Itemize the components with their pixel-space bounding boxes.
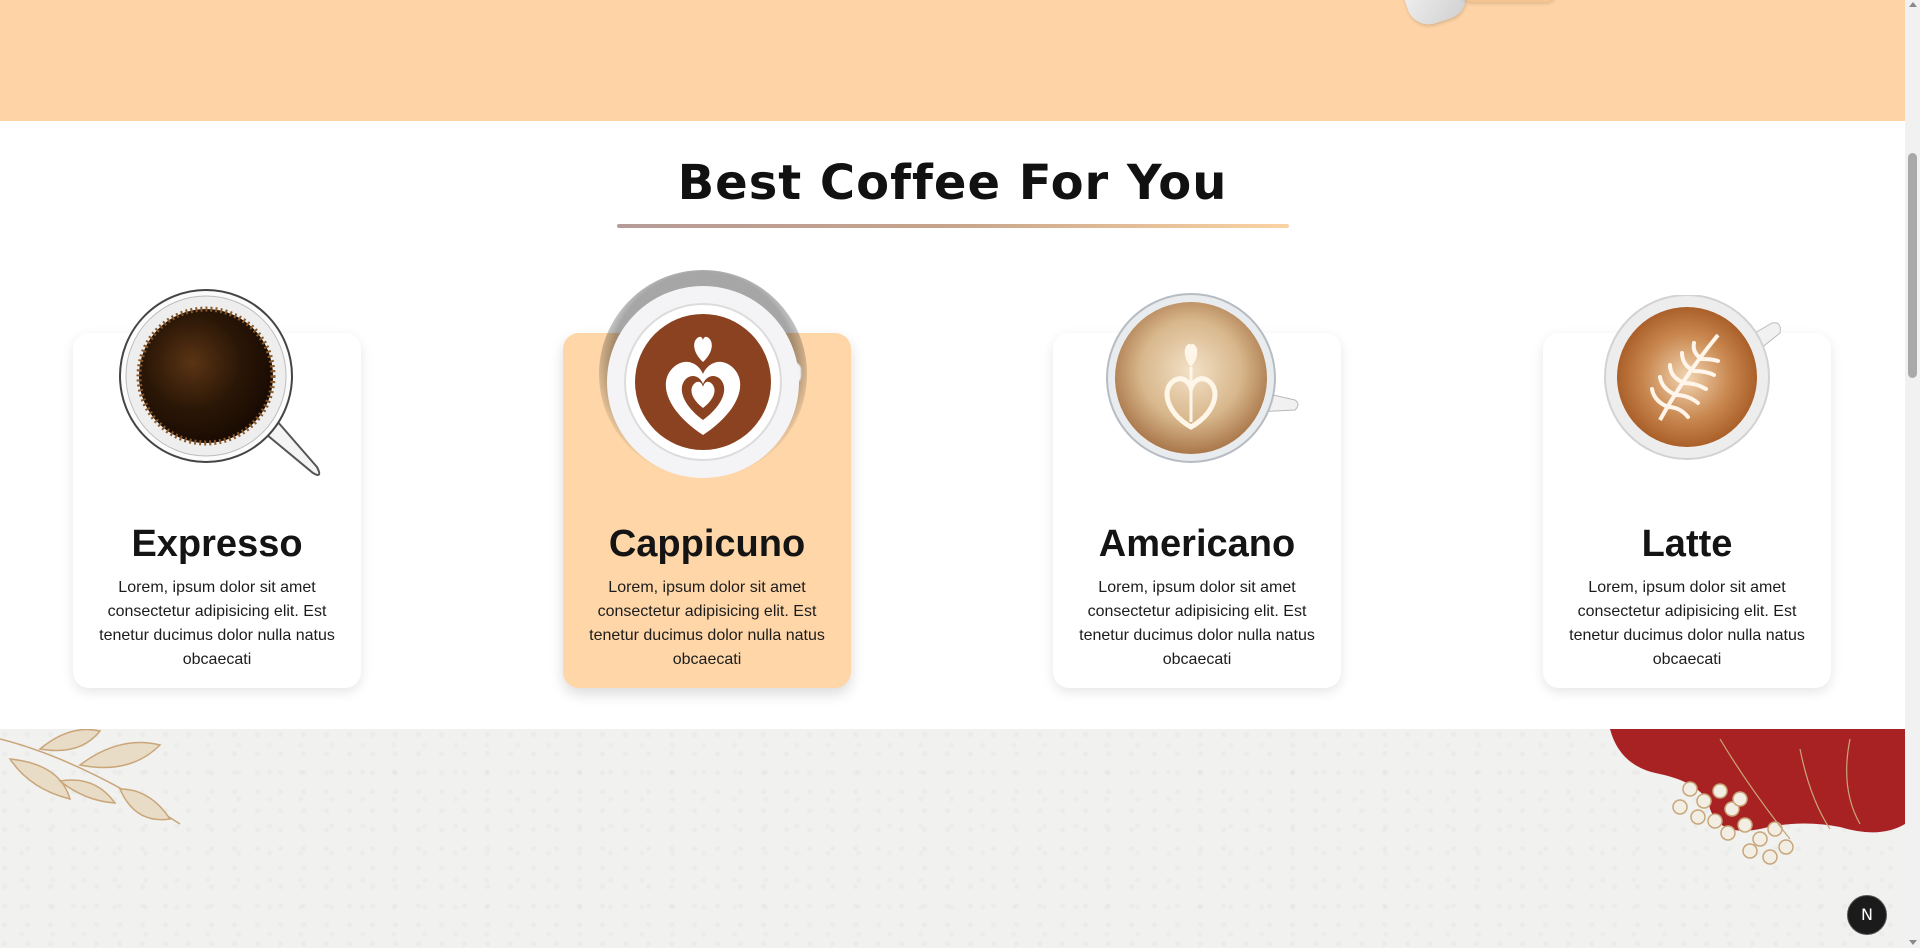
card-title: Latte: [1641, 523, 1733, 565]
scroll-up-arrow-icon[interactable]: [1909, 2, 1917, 7]
hero-band: [0, 0, 1905, 121]
vertical-scrollbar[interactable]: [1905, 0, 1920, 948]
card-description: Lorem, ipsum dolor sit amet consectetur …: [1079, 579, 1315, 668]
card-description: Lorem, ipsum dolor sit amet consectetur …: [1569, 579, 1805, 668]
espresso-cup-icon: [119, 289, 321, 476]
section-title: Best Coffee For You: [677, 155, 1228, 211]
scroll-down-arrow-icon[interactable]: [1909, 940, 1917, 945]
hero-plate-image: [1462, 0, 1556, 2]
card-description: Lorem, ipsum dolor sit amet consectetur …: [99, 579, 335, 668]
leaf-branch-icon: [0, 729, 181, 825]
berry-flower-icon: [1610, 729, 1905, 865]
card-title: Americano: [1098, 523, 1296, 565]
page: Best Coffee For You Expresso Lorem, ipsu…: [0, 0, 1920, 948]
scrollbar-thumb[interactable]: [1908, 153, 1917, 378]
hero-cup-image: [1398, 0, 1472, 30]
title-underline: [617, 224, 1289, 228]
latte-cup-icon: [1604, 295, 1781, 460]
americano-cup-icon: [1106, 293, 1299, 463]
decor-section: [0, 729, 1905, 948]
card-description: Lorem, ipsum dolor sit amet consectetur …: [589, 579, 825, 668]
card-title: Expresso: [131, 523, 303, 565]
card-title: Cappicuno: [608, 523, 806, 565]
cappuccino-cup-icon: [599, 270, 807, 478]
nextjs-dev-badge[interactable]: N: [1847, 895, 1887, 935]
